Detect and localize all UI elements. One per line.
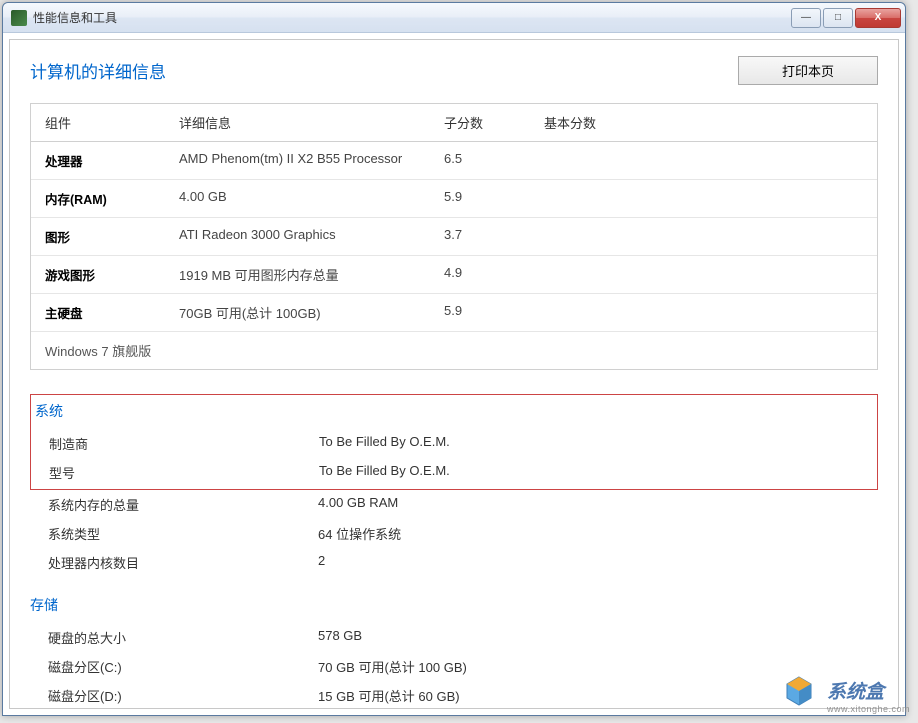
titlebar[interactable]: 性能信息和工具 — □ X [3,3,905,33]
row-component: 主硬盘 [31,294,171,331]
row-detail: 70GB 可用(总计 100GB) [171,294,436,331]
info-label: 系统类型 [48,524,318,543]
info-value: 70 GB 可用(总计 100 GB) [318,657,467,676]
info-row: 系统内存的总量 4.00 GB RAM [30,490,878,519]
close-button[interactable]: X [855,8,901,28]
highlight-box: 系统 制造商 To Be Filled By O.E.M. 型号 To Be F… [30,394,878,490]
section-title-storage: 存储 [30,591,878,619]
storage-section: 存储 硬盘的总大小 578 GB 磁盘分区(C:) 70 GB 可用(总计 10… [30,591,878,709]
info-row: 处理器内核数目 2 [30,548,878,577]
maximize-button[interactable]: □ [823,8,853,28]
info-row: 磁盘分区(C:) 70 GB 可用(总计 100 GB) [30,652,878,681]
print-button[interactable]: 打印本页 [738,56,878,85]
row-subscore: 5.9 [436,294,536,331]
app-icon [11,10,27,26]
info-row: 型号 To Be Filled By O.E.M. [31,458,877,487]
table-header-row: 组件 详细信息 子分数 基本分数 [31,104,877,142]
info-row: 磁盘分区(D:) 15 GB 可用(总计 60 GB) [30,681,878,709]
info-value: 2 [318,553,325,572]
table-row: 处理器 AMD Phenom(tm) II X2 B55 Processor 6… [31,142,877,180]
page-title: 计算机的详细信息 [30,58,166,83]
window-controls: — □ X [789,8,901,28]
row-subscore: 6.5 [436,142,536,179]
row-component: 处理器 [31,142,171,179]
info-label: 型号 [49,463,319,482]
system-section: 系统 制造商 To Be Filled By O.E.M. 型号 To Be F… [30,394,878,577]
info-value: 15 GB 可用(总计 60 GB) [318,686,460,705]
row-component: 游戏图形 [31,256,171,293]
info-label: 磁盘分区(C:) [48,657,318,676]
info-row: 系统类型 64 位操作系统 [30,519,878,548]
info-row: 硬盘的总大小 578 GB [30,623,878,652]
row-detail: 4.00 GB [171,180,436,217]
info-row: 制造商 To Be Filled By O.E.M. [31,429,877,458]
info-value: 578 GB [318,628,362,647]
header-detail: 详细信息 [171,104,436,141]
window-title: 性能信息和工具 [33,9,789,26]
info-value: To Be Filled By O.E.M. [319,434,450,453]
info-label: 制造商 [49,434,319,453]
row-detail: AMD Phenom(tm) II X2 B55 Processor [171,142,436,179]
row-component: 图形 [31,218,171,255]
header-basescore: 基本分数 [536,104,877,141]
info-label: 硬盘的总大小 [48,628,318,647]
info-label: 磁盘分区(D:) [48,686,318,705]
performance-info-window: 性能信息和工具 — □ X 计算机的详细信息 打印本页 组件 详细信息 子分数 … [2,2,906,716]
info-label: 系统内存的总量 [48,495,318,514]
row-component: 内存(RAM) [31,180,171,217]
content-area: 计算机的详细信息 打印本页 组件 详细信息 子分数 基本分数 处理器 AMD P… [3,33,905,715]
info-value: 64 位操作系统 [318,524,401,543]
inner-panel: 计算机的详细信息 打印本页 组件 详细信息 子分数 基本分数 处理器 AMD P… [9,39,899,709]
row-subscore: 4.9 [436,256,536,293]
table-row: 内存(RAM) 4.00 GB 5.9 [31,180,877,218]
os-version-row: Windows 7 旗舰版 [31,332,877,369]
info-value: To Be Filled By O.E.M. [319,463,450,482]
table-row: 图形 ATI Radeon 3000 Graphics 3.7 [31,218,877,256]
header-component: 组件 [31,104,171,141]
score-table: 组件 详细信息 子分数 基本分数 处理器 AMD Phenom(tm) II X… [30,103,878,370]
row-subscore: 5.9 [436,180,536,217]
section-title-system: 系统 [31,397,877,425]
row-detail: 1919 MB 可用图形内存总量 [171,256,436,293]
info-value: 4.00 GB RAM [318,495,398,514]
info-label: 处理器内核数目 [48,553,318,572]
minimize-button[interactable]: — [791,8,821,28]
header-subscore: 子分数 [436,104,536,141]
table-row: 主硬盘 70GB 可用(总计 100GB) 5.9 [31,294,877,332]
page-header: 计算机的详细信息 打印本页 [30,56,878,85]
table-row: 游戏图形 1919 MB 可用图形内存总量 4.9 [31,256,877,294]
row-detail: ATI Radeon 3000 Graphics [171,218,436,255]
row-subscore: 3.7 [436,218,536,255]
